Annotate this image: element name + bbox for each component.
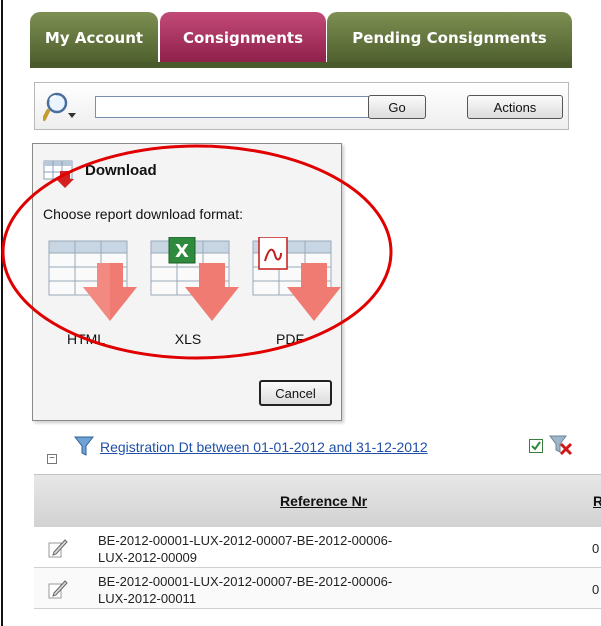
pdf-download-icon	[252, 237, 341, 321]
truncated-cell: 0	[592, 582, 600, 597]
reference-line-2: LUX-2012-00011	[98, 591, 197, 606]
actions-button[interactable]: Actions	[467, 95, 563, 119]
download-subtitle: Choose report download format:	[43, 206, 243, 222]
cancel-button[interactable]: Cancel	[259, 380, 332, 406]
left-border-line	[1, 0, 3, 626]
tab-my-account[interactable]: My Account	[30, 12, 158, 64]
reference-nr-cell: BE-2012-00001-LUX-2012-00007-BE-2012-000…	[98, 532, 568, 566]
tab-consignments[interactable]: Consignments	[160, 12, 326, 64]
collapse-icon[interactable]: −	[47, 454, 57, 464]
reference-line-1: BE-2012-00001-LUX-2012-00007-BE-2012-000…	[98, 533, 393, 548]
download-header-icon	[43, 159, 75, 189]
tab-pending-consignments[interactable]: Pending Consignments	[327, 12, 572, 64]
download-title: Download	[85, 162, 157, 179]
search-input[interactable]	[95, 96, 393, 118]
reference-line-1: BE-2012-00001-LUX-2012-00007-BE-2012-000…	[98, 574, 393, 589]
html-format-option[interactable]: HTML	[47, 237, 143, 352]
table-row: BE-2012-00001-LUX-2012-00007-BE-2012-000…	[34, 527, 601, 568]
download-panel: Download Choose report download format: …	[32, 143, 342, 421]
html-format-label: HTML	[66, 331, 106, 347]
go-button[interactable]: Go	[368, 95, 426, 119]
svg-text:X: X	[175, 241, 189, 262]
tab-bar-underline	[30, 62, 572, 68]
reference-line-2: LUX-2012-00009	[98, 550, 198, 565]
pdf-format-option[interactable]: PDF	[251, 237, 347, 352]
column-header-truncated[interactable]: R	[593, 493, 601, 509]
xls-format-option[interactable]: X XLS	[149, 237, 245, 352]
truncated-cell: 0	[592, 541, 600, 556]
xls-download-icon: X	[150, 237, 239, 321]
search-bar: Go Actions	[34, 82, 569, 130]
pdf-format-label: PDF	[276, 331, 304, 347]
html-download-icon	[48, 240, 137, 321]
filter-enabled-checkbox-icon[interactable]	[529, 439, 543, 453]
filter-link[interactable]: Registration Dt between 01-01-2012 and 3…	[100, 439, 428, 455]
column-header-reference-nr[interactable]: Reference Nr	[280, 493, 367, 509]
remove-filter-icon[interactable]	[549, 434, 573, 458]
edit-pencil-icon[interactable]	[46, 578, 68, 600]
filter-funnel-icon	[73, 435, 95, 457]
table-header: Reference Nr R	[34, 474, 601, 527]
reference-nr-cell: BE-2012-00001-LUX-2012-00007-BE-2012-000…	[98, 573, 568, 607]
search-magnifier-icon[interactable]	[42, 91, 77, 123]
xls-format-label: XLS	[174, 331, 202, 347]
table-row: BE-2012-00001-LUX-2012-00007-BE-2012-000…	[34, 568, 601, 609]
edit-pencil-icon[interactable]	[46, 537, 68, 559]
